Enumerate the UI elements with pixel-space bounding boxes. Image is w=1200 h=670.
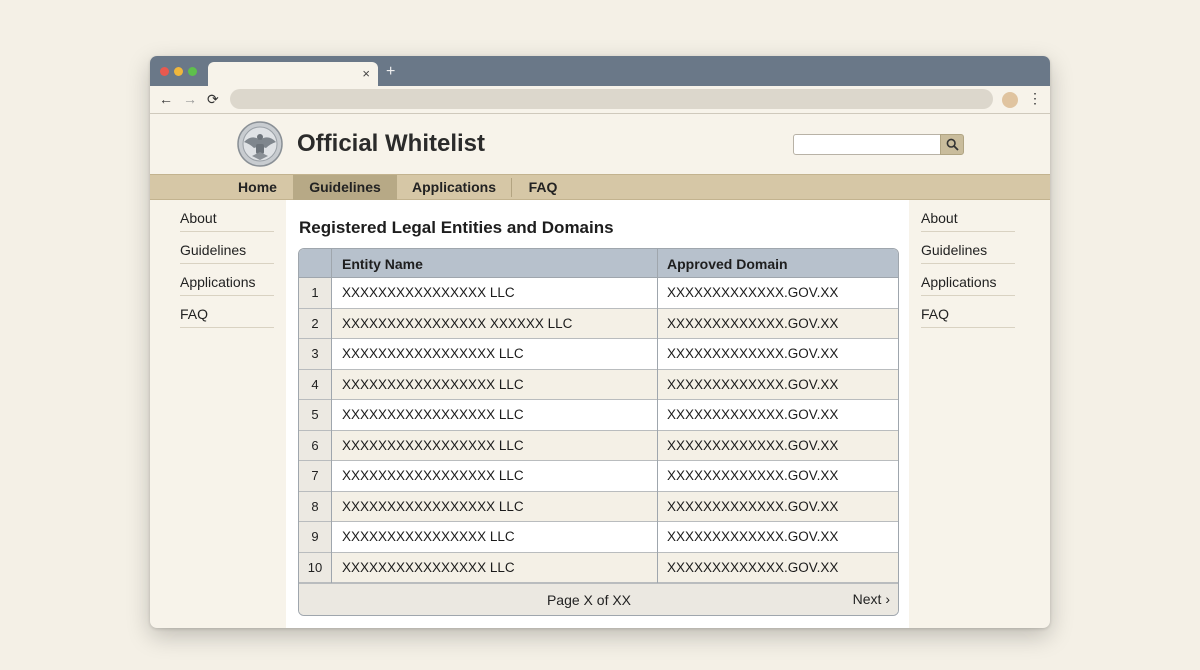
table-row[interactable]: 6 XXXXXXXXXXXXXXXXX LLC XXXXXXXXXXXXX.GOV.… bbox=[299, 430, 898, 461]
table-pagination: Page X of XX Next › bbox=[299, 583, 898, 615]
browser-titlebar: × + bbox=[150, 56, 1050, 88]
nav-home[interactable]: Home bbox=[225, 175, 290, 200]
search-input[interactable] bbox=[793, 134, 941, 155]
approved-domain-cell[interactable]: XXXXXXXXXXXXX.GOV.XX bbox=[667, 522, 838, 552]
approved-domain-cell[interactable]: XXXXXXXXXXXXX.GOV.XX bbox=[667, 370, 838, 400]
approved-domain-cell[interactable]: XXXXXXXXXXXXX.GOV.XX bbox=[667, 339, 838, 369]
row-number: 10 bbox=[299, 552, 331, 582]
entity-name-cell: XXXXXXXXXXXXXXXXX LLC bbox=[342, 437, 524, 453]
nav-applications[interactable]: Applications bbox=[397, 175, 511, 200]
entity-name-cell: XXXXXXXXXXXXXXXXX LLC bbox=[342, 407, 524, 423]
url-field[interactable] bbox=[230, 89, 993, 109]
sidebar-item-faq[interactable]: FAQ bbox=[921, 296, 1015, 328]
table-row[interactable]: 1 XXXXXXXXXXXXXXXX LLC XXXXXXXXXXXXX.GOV.X… bbox=[299, 278, 898, 309]
search-icon bbox=[946, 138, 959, 151]
row-number: 8 bbox=[299, 491, 331, 521]
search-button[interactable] bbox=[940, 134, 964, 155]
site-title: Official Whitelist bbox=[297, 130, 486, 157]
maximize-window-dot[interactable] bbox=[188, 67, 197, 76]
row-number: 3 bbox=[299, 339, 331, 369]
reload-icon[interactable]: ⟳ bbox=[207, 91, 219, 108]
table-row[interactable]: 8 XXXXXXXXXXXXXXXXX LLC XXXXXXXXXXXXX.GOV.… bbox=[299, 491, 898, 522]
column-header-entity-name[interactable]: Entity Name bbox=[342, 249, 423, 278]
sidebar-item-about[interactable]: About bbox=[921, 200, 1015, 232]
approved-domain-cell[interactable]: XXXXXXXXXXXXX.GOV.XX bbox=[667, 492, 838, 522]
approved-domain-cell[interactable]: XXXXXXXXXXXXX.GOV.XX bbox=[667, 278, 838, 308]
profile-avatar-icon[interactable] bbox=[1002, 92, 1018, 108]
row-number: 7 bbox=[299, 461, 331, 491]
tab-close-icon[interactable]: × bbox=[362, 66, 370, 81]
eagle-seal-icon bbox=[237, 121, 283, 167]
table-row[interactable]: 5 XXXXXXXXXXXXXXXXX LLC XXXXXXXXXXXXX.GOV.… bbox=[299, 400, 898, 431]
column-header-approved-domain[interactable]: Approved Domain bbox=[667, 249, 788, 278]
table-row[interactable]: 7 XXXXXXXXXXXXXXXXX LLC XXXXXXXXXXXXX.GOV.… bbox=[299, 461, 898, 492]
entity-name-cell: XXXXXXXXXXXXXXXXX LLC bbox=[342, 468, 524, 484]
table-row[interactable]: 9 XXXXXXXXXXXXXXXX LLC XXXXXXXXXXXXX.GOV.X… bbox=[299, 522, 898, 553]
next-page-button[interactable]: Next › bbox=[853, 591, 890, 607]
forward-icon[interactable]: → bbox=[183, 91, 197, 107]
new-tab-icon[interactable]: + bbox=[386, 63, 395, 81]
page-title: Registered Legal Entities and Domains bbox=[299, 218, 614, 237]
entity-name-cell: XXXXXXXXXXXXXXXXX LLC bbox=[342, 376, 524, 392]
approved-domain-cell[interactable]: XXXXXXXXXXXXX.GOV.XX bbox=[667, 461, 838, 491]
row-number: 2 bbox=[299, 308, 331, 338]
row-number: 1 bbox=[299, 278, 331, 308]
address-bar: ← → ⟳ ⋮ bbox=[150, 86, 1050, 114]
site-header: Official Whitelist bbox=[150, 114, 1050, 174]
nav-faq[interactable]: FAQ bbox=[512, 175, 574, 200]
entity-name-cell: XXXXXXXXXXXXXXXXX LLC bbox=[342, 346, 524, 362]
column-divider bbox=[331, 249, 332, 583]
left-sidebar: About Guidelines Applications FAQ bbox=[180, 200, 276, 328]
approved-domain-cell[interactable]: XXXXXXXXXXXXX.GOV.XX bbox=[667, 553, 838, 583]
back-icon[interactable]: ← bbox=[159, 91, 173, 107]
entity-name-cell: XXXXXXXXXXXXXXXXX LLC bbox=[342, 498, 524, 514]
sidebar-item-applications[interactable]: Applications bbox=[921, 264, 1015, 296]
entities-table: Entity Name Approved Domain 1 XXXXXXXXXXX… bbox=[298, 248, 899, 616]
browser-window: × + ← → ⟳ ⋮ Official Whitelist Home Guid… bbox=[150, 56, 1050, 628]
main-content: Registered Legal Entities and Domains En… bbox=[286, 200, 909, 628]
close-window-dot[interactable] bbox=[160, 67, 169, 76]
column-header-number bbox=[299, 249, 331, 278]
entity-name-cell: XXXXXXXXXXXXXXXX LLC bbox=[342, 285, 515, 301]
table-row[interactable]: 3 XXXXXXXXXXXXXXXXX LLC XXXXXXXXXXXXX.GOV.… bbox=[299, 339, 898, 370]
minimize-window-dot[interactable] bbox=[174, 67, 183, 76]
row-number: 9 bbox=[299, 522, 331, 552]
sidebar-item-guidelines[interactable]: Guidelines bbox=[180, 232, 274, 264]
nav-guidelines[interactable]: Guidelines bbox=[293, 175, 397, 200]
table-row[interactable]: 2 XXXXXXXXXXXXXXXX XXXXXX LLC XXXXXXXXXXXX… bbox=[299, 308, 898, 339]
table-row[interactable]: 10 XXXXXXXXXXXXXXXX LLC XXXXXXXXXXXXX.GOV.… bbox=[299, 552, 898, 583]
entity-name-cell: XXXXXXXXXXXXXXXX LLC bbox=[342, 559, 515, 575]
row-number: 4 bbox=[299, 369, 331, 399]
right-sidebar: About Guidelines Applications FAQ bbox=[921, 200, 1017, 328]
entity-name-cell: XXXXXXXXXXXXXXXX XXXXXX LLC bbox=[342, 315, 573, 331]
entity-name-cell: XXXXXXXXXXXXXXXX LLC bbox=[342, 529, 515, 545]
approved-domain-cell[interactable]: XXXXXXXXXXXXX.GOV.XX bbox=[667, 431, 838, 461]
approved-domain-cell[interactable]: XXXXXXXXXXXXX.GOV.XX bbox=[667, 400, 838, 430]
approved-domain-cell[interactable]: XXXXXXXXXXXXX.GOV.XX bbox=[667, 309, 838, 339]
sidebar-item-guidelines[interactable]: Guidelines bbox=[921, 232, 1015, 264]
sidebar-item-about[interactable]: About bbox=[180, 200, 274, 232]
browser-tab[interactable]: × bbox=[208, 62, 378, 88]
table-header: Entity Name Approved Domain bbox=[299, 249, 898, 278]
column-divider bbox=[657, 249, 658, 583]
row-number: 6 bbox=[299, 430, 331, 460]
top-navigation: Home Guidelines Applications FAQ bbox=[150, 174, 1050, 200]
sidebar-item-faq[interactable]: FAQ bbox=[180, 296, 274, 328]
page-indicator: Page X of XX bbox=[546, 592, 632, 608]
row-number: 5 bbox=[299, 400, 331, 430]
browser-menu-icon[interactable]: ⋮ bbox=[1028, 90, 1042, 107]
table-row[interactable]: 4 XXXXXXXXXXXXXXXXX LLC XXXXXXXXXXXXX.GOV.… bbox=[299, 369, 898, 400]
sidebar-item-applications[interactable]: Applications bbox=[180, 264, 274, 296]
